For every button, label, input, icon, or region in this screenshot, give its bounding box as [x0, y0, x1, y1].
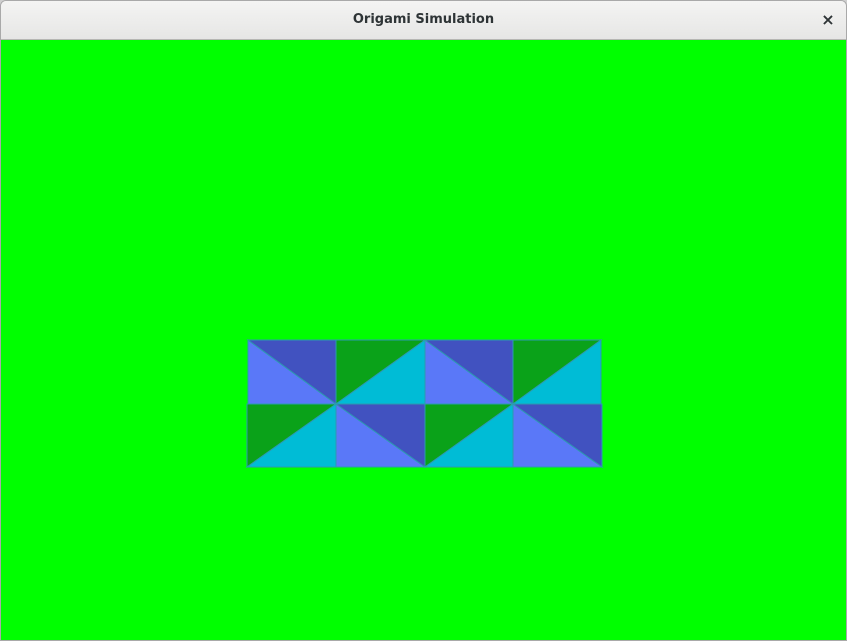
- close-icon: ×: [821, 10, 835, 29]
- app-window: Origami Simulation ×: [0, 0, 847, 641]
- title-bar[interactable]: Origami Simulation ×: [1, 1, 846, 40]
- simulation-canvas[interactable]: [1, 40, 846, 640]
- window-title: Origami Simulation: [352, 12, 495, 27]
- origami-model: [245, 339, 604, 468]
- close-button[interactable]: ×: [816, 8, 840, 32]
